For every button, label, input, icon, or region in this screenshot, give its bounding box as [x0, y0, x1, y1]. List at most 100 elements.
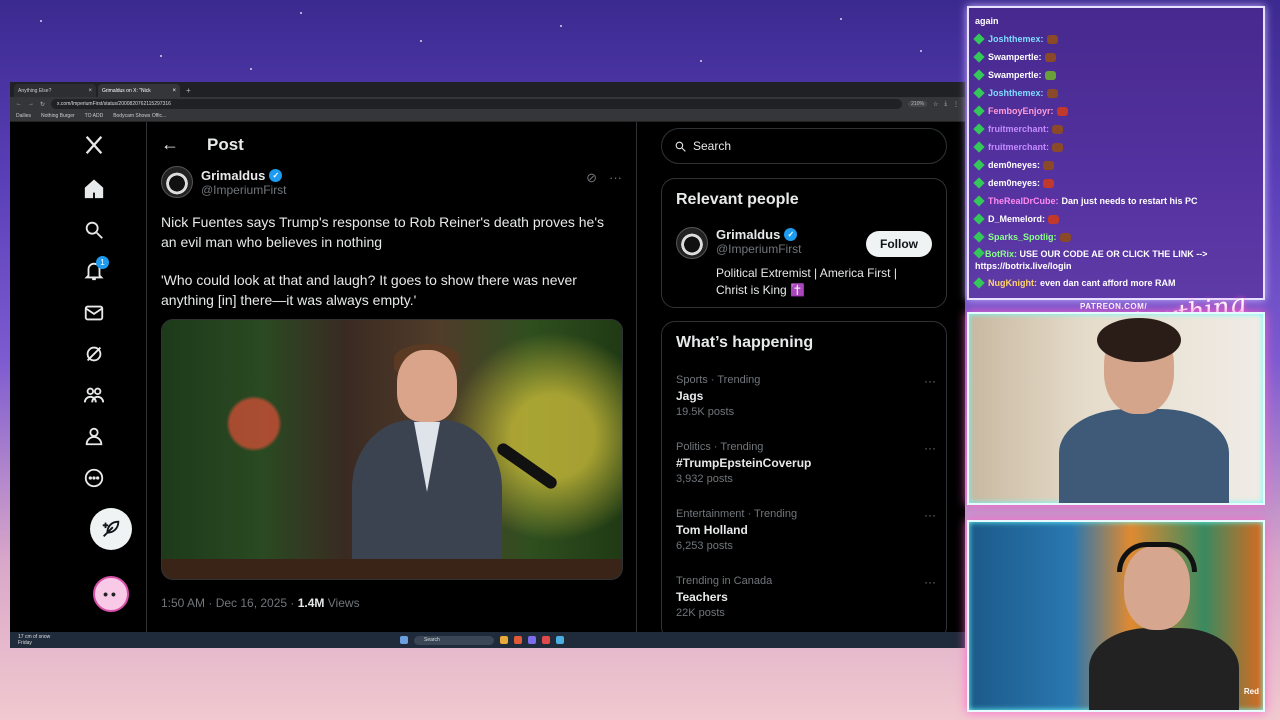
- bookmarks-bar: Dailies Nothing Burger TO ADD Bodycam Sh…: [10, 111, 965, 122]
- chat-username: Sparks_Spotlig:: [988, 232, 1057, 242]
- home-icon[interactable]: [76, 171, 112, 207]
- bookmark-item[interactable]: Bodycam Shows Offic...: [113, 113, 166, 119]
- notifications-icon[interactable]: 1: [76, 253, 112, 289]
- author-handle[interactable]: @ImperiumFirst: [201, 183, 287, 197]
- menu-icon[interactable]: ⋮: [953, 101, 959, 108]
- reload-icon[interactable]: ↻: [40, 101, 45, 108]
- chat-message: Swampertle:: [973, 66, 1257, 84]
- back-icon[interactable]: ←: [16, 101, 22, 107]
- person-handle[interactable]: @ImperiumFirst: [716, 242, 802, 256]
- windows-start-icon[interactable]: [400, 636, 408, 644]
- person-name[interactable]: Grimaldus: [716, 227, 780, 242]
- star-icon[interactable]: ☆: [933, 101, 938, 108]
- more-options-icon[interactable]: ···: [924, 374, 936, 388]
- back-arrow-icon[interactable]: ←: [161, 134, 179, 155]
- discord-icon[interactable]: [528, 636, 536, 644]
- chat-username: fruitmerchant:: [988, 142, 1050, 152]
- badge-icon: [973, 105, 985, 117]
- x-page: 1 •• ← Post Grimaldus ✓ @ImperiumFirst ⊘…: [10, 122, 965, 632]
- post-timestamp: 1:50 AM · Dec 16, 2025 · 1.4M Views: [161, 596, 360, 610]
- bookmark-item[interactable]: Dailies: [16, 113, 31, 119]
- weather-widget[interactable]: 17 cm of snow Friday: [10, 634, 70, 646]
- post-author[interactable]: Grimaldus ✓ @ImperiumFirst: [161, 166, 287, 198]
- timestamp-text[interactable]: 1:50 AM · Dec 16, 2025 ·: [161, 596, 298, 610]
- chat-line: again: [975, 12, 1257, 30]
- browser-window: Anything Else? × Grimaldus on X: "Nick × +…: [10, 82, 965, 648]
- new-tab-button[interactable]: +: [182, 84, 195, 97]
- trend-item[interactable]: Politics · Trending #TrumpEpsteinCoverup…: [676, 441, 936, 485]
- chat-username: D_Memelord:: [988, 214, 1046, 224]
- badge-icon: [973, 141, 985, 153]
- tab-label: Anything Else?: [18, 87, 52, 94]
- badge-icon: [973, 123, 985, 135]
- streamer-figure: [1089, 536, 1239, 710]
- right-sidebar: Search Relevant people Grimaldus ✓ @Imper…: [661, 122, 947, 632]
- trend-count: 22K posts: [676, 607, 725, 619]
- chat-message: NugKnight: even dan cant afford more RAM: [973, 274, 1257, 292]
- more-options-icon[interactable]: ···: [609, 170, 622, 186]
- chat-username: FemboyEnjoyr:: [988, 106, 1054, 116]
- grok-icon[interactable]: ⊘: [586, 170, 597, 186]
- verified-badge-icon: ✓: [784, 228, 798, 241]
- post-video-thumbnail[interactable]: [161, 319, 623, 580]
- trend-item[interactable]: Entertainment · Trending Tom Holland 6,2…: [676, 508, 936, 552]
- search-input[interactable]: Search: [661, 128, 947, 164]
- file-explorer-icon[interactable]: [500, 636, 508, 644]
- badge-icon: [973, 87, 985, 99]
- search-icon[interactable]: [76, 212, 112, 248]
- taskbar-search[interactable]: Search: [414, 635, 494, 645]
- tab-grimaldus[interactable]: Grimaldus on X: "Nick ×: [98, 84, 180, 97]
- emote-icon: [1044, 70, 1056, 80]
- author-avatar[interactable]: [161, 166, 193, 198]
- bookmark-item[interactable]: TO ADD: [85, 113, 104, 119]
- more-options-icon[interactable]: ···: [924, 575, 936, 589]
- more-icon[interactable]: [76, 460, 112, 496]
- weather-day: Friday: [18, 640, 32, 646]
- chat-username: Swampertle:: [988, 52, 1042, 62]
- close-icon[interactable]: ×: [172, 88, 176, 94]
- whats-happening-card: What’s happening Sports · Trending Jags …: [661, 321, 947, 632]
- trend-item[interactable]: Trending in Canada Teachers 22K posts ··…: [676, 575, 936, 619]
- trend-category: Trending in Canada: [676, 575, 773, 587]
- tab-anything-else[interactable]: Anything Else? ×: [14, 84, 96, 97]
- bookmark-item[interactable]: Nothing Burger: [41, 113, 75, 119]
- speaker-figure: [352, 344, 502, 579]
- chat-message: D_Memelord:: [973, 210, 1257, 228]
- more-options-icon[interactable]: ···: [924, 441, 936, 455]
- emote-icon: [1059, 232, 1071, 242]
- trend-category: Sports · Trending: [676, 374, 761, 386]
- chrome-icon[interactable]: [542, 636, 550, 644]
- steam-icon[interactable]: [556, 636, 564, 644]
- feather-icon: [102, 520, 120, 537]
- profile-icon[interactable]: [76, 418, 112, 454]
- chat-username: dem0neyes:: [988, 160, 1041, 170]
- chat-text: even dan cant afford more RAM: [1039, 278, 1176, 288]
- grok-icon[interactable]: [76, 336, 112, 372]
- chat-username: NugKnight:: [988, 278, 1037, 288]
- notification-badge: 1: [96, 256, 109, 269]
- forward-icon[interactable]: →: [28, 101, 34, 107]
- account-avatar[interactable]: ••: [93, 576, 129, 612]
- chat-message: BotRix: USE OUR CODE AE OR CLICK THE LIN…: [973, 247, 1257, 272]
- firefox-icon[interactable]: [514, 636, 522, 644]
- x-logo-icon[interactable]: [76, 127, 112, 163]
- author-name[interactable]: Grimaldus: [201, 168, 265, 183]
- whats-happening-title: What’s happening: [676, 334, 814, 351]
- trend-item[interactable]: Sports · Trending Jags 19.5K posts ···: [676, 374, 936, 418]
- download-icon[interactable]: ⤓: [944, 101, 947, 108]
- zoom-level[interactable]: 210%: [908, 101, 927, 107]
- chat-text: Dan just needs to restart his PC: [1061, 196, 1198, 206]
- more-options-icon[interactable]: ···: [924, 508, 936, 522]
- person-avatar[interactable]: [676, 227, 708, 259]
- communities-icon[interactable]: [76, 377, 112, 413]
- emote-icon: [1052, 124, 1064, 134]
- messages-icon[interactable]: [76, 295, 112, 331]
- views-count: 1.4M: [297, 596, 325, 610]
- post-column: ← Post Grimaldus ✓ @ImperiumFirst ⊘ ··· N…: [147, 122, 637, 632]
- compose-post-button[interactable]: [90, 508, 132, 550]
- close-icon[interactable]: ×: [88, 88, 92, 94]
- trend-name: #TrumpEpsteinCoverup: [676, 456, 812, 470]
- url-field[interactable]: x.com/ImperiumFirst/status/2000820762115…: [51, 99, 903, 109]
- chat-username: BotRix:: [985, 249, 1017, 259]
- follow-button[interactable]: Follow: [866, 231, 932, 257]
